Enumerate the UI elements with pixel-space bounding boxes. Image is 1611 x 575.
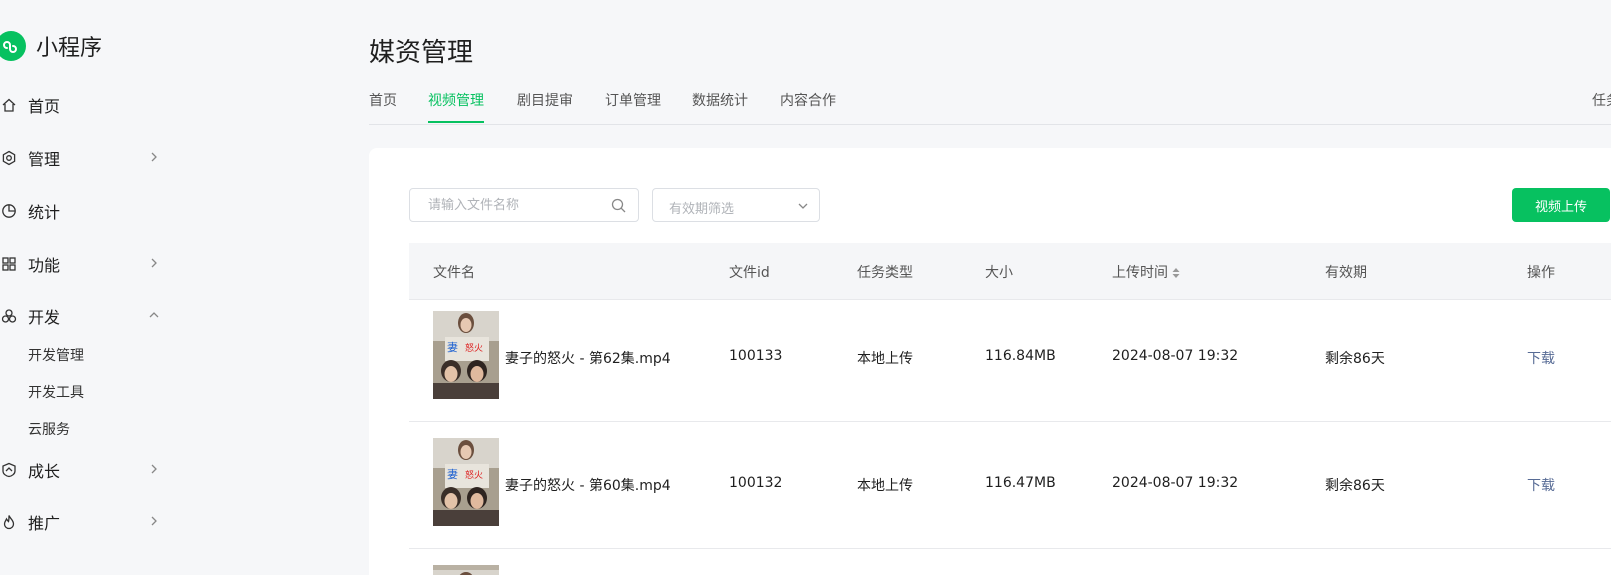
app-logo[interactable]: 小程序 — [0, 30, 102, 62]
tab-drama-review[interactable]: 剧目提审 — [517, 90, 573, 110]
sidebar-subitem-dev-tools[interactable]: 开发工具 — [28, 381, 84, 403]
chevron-right-icon — [151, 152, 157, 162]
sidebar-item-promote[interactable]: 推广 — [0, 507, 170, 537]
upload-time: 2024-08-07 19:32 — [1112, 348, 1239, 364]
tab-content-coop[interactable]: 内容合作 — [780, 90, 836, 110]
col-upload-time-label: 上传时间 — [1112, 265, 1168, 281]
task-type: 本地上传 — [857, 478, 913, 494]
grid-apps-icon — [0, 255, 18, 273]
file-size: 116.47MB — [985, 475, 1056, 491]
svg-text:怒火: 怒火 — [465, 342, 483, 354]
chevron-right-icon — [151, 258, 157, 268]
sidebar-item-growth[interactable]: 成长 — [0, 455, 170, 485]
validity: 剩余86天 — [1325, 351, 1385, 367]
svg-text:妻: 妻 — [447, 341, 458, 354]
sidebar-item-develop[interactable]: 开发 — [0, 301, 170, 331]
svg-text:妻: 妻 — [447, 468, 458, 481]
file-size: 116.84MB — [985, 348, 1056, 364]
sidebar-item-label: 推广 — [28, 514, 61, 533]
tab-data-stats[interactable]: 数据统计 — [692, 90, 748, 110]
upload-time: 2024-08-07 19:32 — [1112, 475, 1239, 491]
search-box — [409, 188, 639, 222]
growth-shield-icon — [0, 461, 18, 479]
col-action: 操作 — [1527, 265, 1555, 281]
sidebar-subitem-cloud[interactable]: 云服务 — [28, 418, 70, 440]
mini-program-logo-icon — [0, 31, 26, 61]
task-type: 本地上传 — [857, 351, 913, 367]
sidebar-item-home[interactable]: 首页 — [0, 90, 170, 120]
app-title: 小程序 — [36, 36, 103, 61]
media-card: 有效期筛选 视频上传 文件名 文件id 任务类型 大小 上传时间 有效期 操作 … — [369, 148, 1611, 575]
search-input[interactable] — [426, 189, 610, 221]
sidebar: 小程序 首页 管理 统计 功能 开发 开发管理 开发工具 云服务 成长 推广 — [0, 0, 180, 575]
table-header: 文件名 文件id 任务类型 大小 上传时间 有效期 操作 — [409, 243, 1611, 300]
col-size: 大小 — [985, 265, 1013, 281]
home-icon — [0, 96, 18, 114]
task-link[interactable]: 任务 — [1592, 90, 1611, 110]
chevron-right-icon — [151, 464, 157, 474]
tab-order-manage[interactable]: 订单管理 — [605, 90, 661, 110]
sidebar-subitem-dev-manage[interactable]: 开发管理 — [28, 344, 84, 366]
table-row — [409, 548, 1611, 575]
sort-icon[interactable] — [1171, 266, 1181, 280]
table-row: 妻 怒火 妻子的怒火 - 第62集.mp4 100133 本地上传 116.84… — [409, 294, 1611, 422]
file-id: 100132 — [729, 475, 783, 491]
validity: 剩余86天 — [1325, 478, 1385, 494]
active-tab-indicator — [428, 121, 484, 123]
col-file-id: 文件id — [729, 265, 770, 281]
sidebar-item-stats[interactable]: 统计 — [0, 196, 170, 226]
sidebar-item-label: 开发 — [28, 308, 61, 327]
tab-video-manage[interactable]: 视频管理 — [428, 90, 484, 110]
download-link[interactable]: 下载 — [1527, 475, 1555, 495]
search-icon[interactable] — [611, 198, 626, 213]
validity-filter-select[interactable]: 有效期筛选 — [652, 188, 820, 222]
sidebar-item-label: 功能 — [28, 256, 61, 275]
sidebar-item-label: 管理 — [28, 150, 61, 169]
video-thumbnail[interactable]: 妻 怒火 — [433, 311, 499, 399]
video-thumbnail[interactable] — [433, 565, 499, 575]
sidebar-item-manage[interactable]: 管理 — [0, 143, 170, 173]
develop-circles-icon — [0, 307, 18, 325]
col-upload-time[interactable]: 上传时间 — [1112, 262, 1181, 282]
tab-bar: 首页 视频管理 剧目提审 订单管理 数据统计 内容合作 任务 — [369, 86, 1611, 125]
tab-home[interactable]: 首页 — [369, 90, 397, 110]
col-filename: 文件名 — [433, 265, 475, 281]
chevron-right-icon — [151, 516, 157, 526]
svg-text:怒火: 怒火 — [465, 469, 483, 481]
validity-filter-placeholder: 有效期筛选 — [669, 202, 735, 217]
col-validity: 有效期 — [1325, 265, 1367, 281]
flame-icon — [0, 513, 18, 531]
download-link[interactable]: 下载 — [1527, 348, 1555, 368]
chevron-down-icon — [798, 203, 808, 209]
table-row: 妻 怒火 妻子的怒火 - 第60集.mp4 100132 本地上传 116.47… — [409, 421, 1611, 549]
file-id: 100133 — [729, 348, 783, 364]
video-upload-button[interactable]: 视频上传 — [1512, 188, 1610, 222]
pie-chart-icon — [0, 202, 18, 220]
video-thumbnail[interactable]: 妻 怒火 — [433, 438, 499, 526]
hexagon-settings-icon — [0, 149, 18, 167]
page-title: 媒资管理 — [369, 38, 474, 68]
chevron-up-icon — [149, 312, 159, 318]
sidebar-item-label: 成长 — [28, 462, 61, 481]
sidebar-item-label: 首页 — [28, 97, 61, 116]
file-name: 妻子的怒火 - 第62集.mp4 — [505, 351, 671, 367]
sidebar-item-label: 统计 — [28, 203, 61, 222]
file-name: 妻子的怒火 - 第60集.mp4 — [505, 478, 671, 494]
sidebar-item-features[interactable]: 功能 — [0, 249, 170, 279]
col-task-type: 任务类型 — [857, 265, 913, 281]
